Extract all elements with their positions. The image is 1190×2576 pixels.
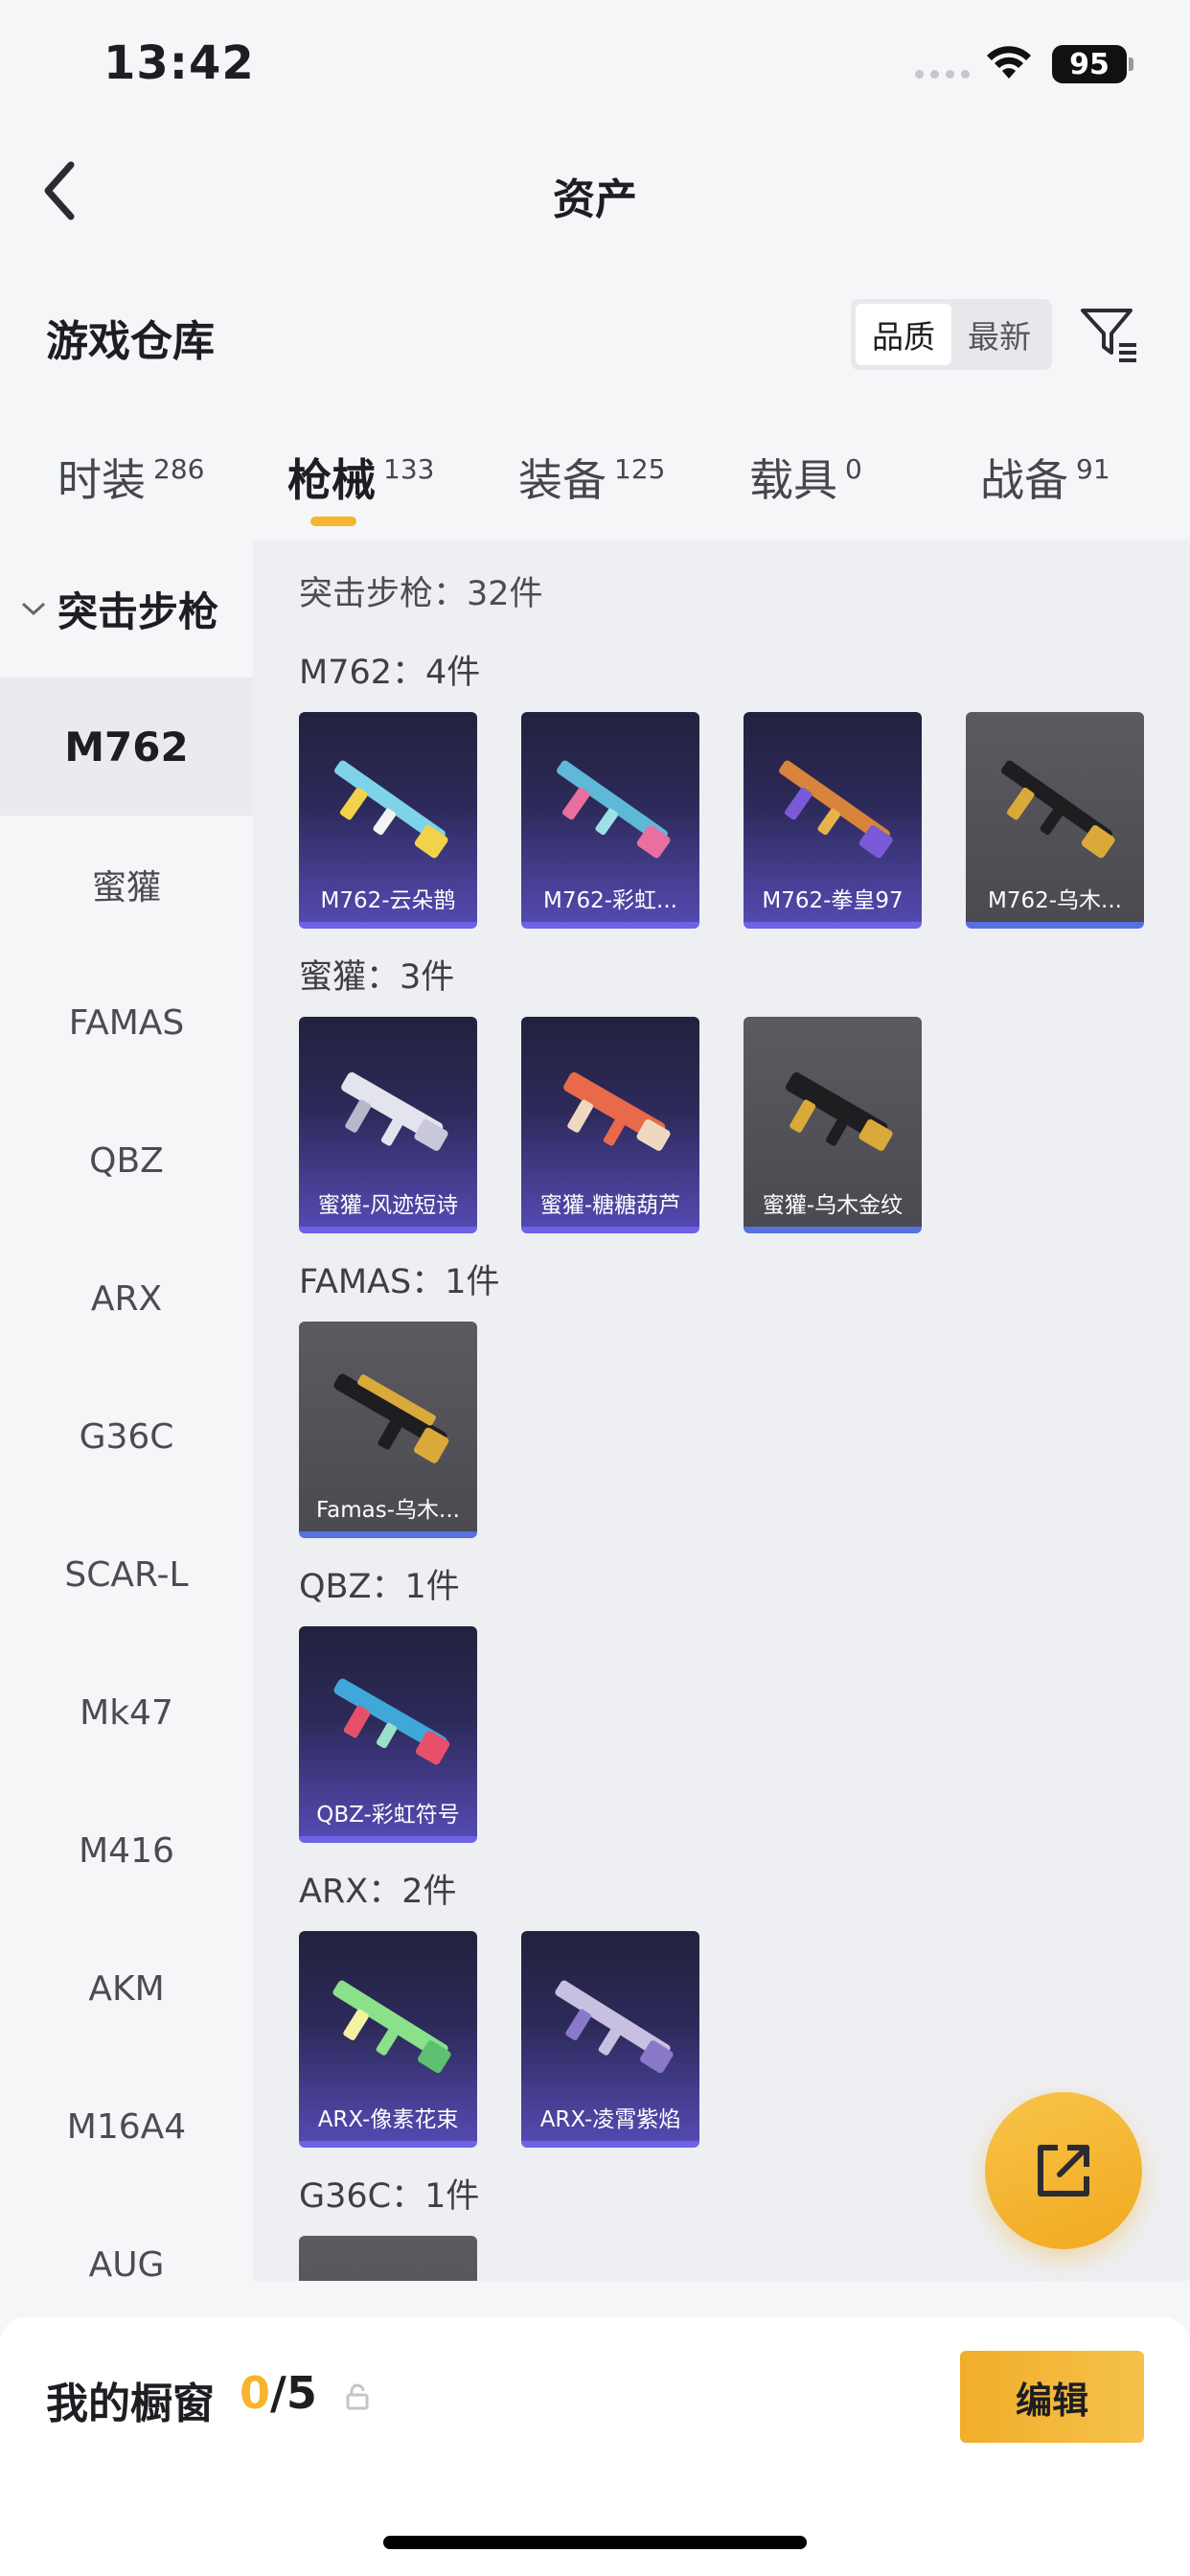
tab-fashion[interactable]: 时装 286	[57, 446, 204, 509]
category-header[interactable]: 突击步枪	[0, 540, 253, 678]
tab-label: 装备	[518, 454, 606, 506]
skin-name: M762-乌木...	[988, 888, 1122, 913]
skin-card[interactable]: 蜜獾-风迹短诗	[299, 1017, 477, 1233]
share-button[interactable]	[985, 2092, 1142, 2249]
rifle-icon	[334, 760, 448, 859]
skin-name: ARX-凌霄紫焰	[539, 2107, 681, 2132]
skin-card[interactable]: ARX-像素花束	[299, 1931, 477, 2148]
group-label: FAMAS：1件	[299, 1263, 500, 1301]
external-link-icon	[1038, 2145, 1089, 2196]
group-label: ARX：2件	[299, 1873, 457, 1911]
battery-tip	[1129, 58, 1133, 71]
skin-name: M762-云朵鹊	[320, 888, 456, 913]
weapon-grid: 突击步枪：32件 M762：4件 M762-云朵鹊 M762-彩虹... M76…	[253, 540, 1190, 2281]
showcase-count: 0/5	[240, 2367, 317, 2419]
skin-card[interactable]: 蜜獾-乌木金纹	[744, 1017, 922, 1233]
group-label: QBZ：1件	[299, 1568, 460, 1606]
showcase-label: 我的橱窗	[46, 2380, 215, 2428]
bullpup-rifle-icon	[333, 1373, 449, 1463]
tab-label: 战备	[980, 454, 1068, 506]
category-tabs: 时装 286 枪械 133 装备 125 载具 0 战备 91	[0, 436, 1190, 541]
tab-firearms[interactable]: 枪械 133	[287, 446, 434, 509]
rifle-icon	[557, 760, 671, 859]
rifle-icon	[1001, 760, 1115, 859]
section-count: 突击步枪：32件	[299, 575, 543, 613]
sort-toggle: 品质 最新	[851, 299, 1052, 370]
wifi-icon	[987, 46, 1031, 79]
rifle-icon	[555, 1980, 674, 2074]
sidebar-item-qbz[interactable]: QBZ	[0, 1092, 253, 1230]
tab-label: 枪械	[287, 454, 376, 506]
sidebar-item-m16a4[interactable]: M16A4	[0, 2058, 253, 2196]
skin-card[interactable]: M762-云朵鹊	[299, 712, 477, 929]
sidebar-item-honey-badger[interactable]: 蜜獾	[0, 816, 253, 954]
skin-name: 蜜獾-乌木金纹	[762, 1193, 904, 1218]
sidebar-item-akm[interactable]: AKM	[0, 1920, 253, 2058]
active-tab-indicator	[310, 517, 356, 526]
status-bar: 13:42 95	[0, 0, 1190, 134]
skin-card[interactable]	[299, 2236, 477, 2281]
rifle-icon	[779, 760, 893, 859]
skin-name: M762-拳皇97	[762, 888, 904, 913]
tab-count: 125	[614, 453, 666, 485]
edit-button[interactable]: 编辑	[960, 2351, 1144, 2443]
sidebar-item-mk47[interactable]: Mk47	[0, 1644, 253, 1782]
tab-count: 133	[383, 453, 435, 485]
smg-icon	[341, 1071, 448, 1151]
sidebar-item-aug[interactable]: AUG	[0, 2196, 253, 2285]
weapon-sidebar: 突击步枪 M762 蜜獾 FAMAS QBZ ARX G36C SCAR-L M…	[0, 540, 253, 2284]
tab-supplies[interactable]: 战备 91	[980, 446, 1110, 509]
cellular-signal-icon	[915, 70, 970, 79]
skin-name: 蜜獾-糖糖葫芦	[539, 1193, 681, 1218]
skin-card[interactable]: ARX-凌霄紫焰	[521, 1931, 699, 2148]
sort-quality-option[interactable]: 品质	[856, 304, 951, 365]
skin-name: ARX-像素花束	[317, 2107, 459, 2132]
skin-card[interactable]: Famas-乌木...	[299, 1322, 477, 1538]
sidebar-item-scar-l[interactable]: SCAR-L	[0, 1506, 253, 1644]
sort-latest-option[interactable]: 最新	[951, 304, 1047, 365]
page-title: 资产	[553, 175, 637, 224]
warehouse-header: 游戏仓库 品质 最新	[0, 288, 1190, 383]
group-label: M762：4件	[299, 654, 481, 692]
smg-icon	[786, 1071, 893, 1151]
sidebar-item-famas[interactable]: FAMAS	[0, 954, 253, 1092]
group-label: 蜜獾：3件	[299, 958, 455, 997]
skin-card[interactable]: M762-乌木...	[966, 712, 1144, 929]
sidebar-item-m416[interactable]: M416	[0, 1782, 253, 1920]
status-time: 13:42	[103, 36, 255, 90]
category-label: 突击步枪	[57, 587, 219, 635]
warehouse-title: 游戏仓库	[46, 317, 215, 366]
tab-count: 286	[153, 453, 205, 485]
chevron-down-icon	[21, 602, 46, 616]
rifle-icon	[332, 1980, 451, 2074]
skin-name: QBZ-彩虹符号	[316, 1803, 460, 1828]
skin-name: M762-彩虹...	[543, 888, 677, 913]
tab-count: 0	[845, 453, 862, 485]
tab-label: 时装	[57, 454, 146, 506]
tab-vehicles[interactable]: 载具 0	[749, 446, 862, 509]
lock-icon	[346, 2383, 369, 2410]
skin-card[interactable]: M762-彩虹...	[521, 712, 699, 929]
sidebar-item-g36c[interactable]: G36C	[0, 1368, 253, 1506]
skin-name: 蜜獾-风迹短诗	[317, 1193, 459, 1218]
showcase-current: 0	[240, 2367, 271, 2419]
tab-equipment[interactable]: 装备 125	[518, 446, 665, 509]
tab-label: 载具	[749, 454, 837, 506]
skin-card[interactable]: M762-拳皇97	[744, 712, 922, 929]
nav-bar: 资产	[0, 144, 1190, 240]
group-label: G36C：1件	[299, 2177, 480, 2216]
skin-card[interactable]: 蜜獾-糖糖葫芦	[521, 1017, 699, 1233]
battery-indicator: 95	[1052, 45, 1127, 83]
smg-icon	[563, 1071, 671, 1151]
filter-icon[interactable]	[1077, 303, 1140, 366]
bullpup-rifle-icon	[333, 1678, 450, 1765]
skin-name: Famas-乌木...	[316, 1498, 460, 1523]
showcase-total: /5	[270, 2367, 317, 2419]
tab-count: 91	[1076, 453, 1110, 485]
skin-card[interactable]: QBZ-彩虹符号	[299, 1626, 477, 1843]
home-indicator	[383, 2536, 807, 2549]
sidebar-item-arx[interactable]: ARX	[0, 1230, 253, 1368]
sidebar-item-m762[interactable]: M762	[0, 678, 253, 816]
